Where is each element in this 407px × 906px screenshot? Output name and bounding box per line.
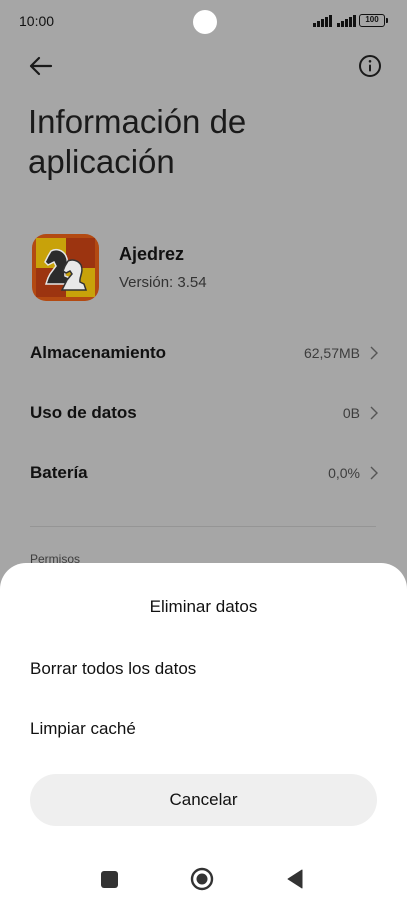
clear-cache-option[interactable]: Limpiar caché [30, 714, 370, 744]
page-title: Información de aplicación [28, 103, 247, 180]
signal-icon [337, 15, 357, 27]
info-circle-icon[interactable] [358, 54, 382, 78]
row-value: 0,0% [328, 465, 360, 481]
home-icon[interactable] [190, 867, 214, 891]
chess-knight-icon [32, 234, 99, 301]
camera-cutout [193, 10, 217, 34]
clear-all-data-option[interactable]: Borrar todos los datos [30, 654, 370, 684]
chevron-right-icon [370, 466, 378, 480]
recent-apps-icon[interactable] [101, 871, 118, 888]
cancel-button[interactable]: Cancelar [30, 774, 377, 826]
signal-icon [313, 15, 333, 27]
bottom-sheet: Eliminar datos Borrar todos los datos Li… [0, 563, 407, 906]
row-value: 0B [342, 405, 360, 421]
row-label: Batería [30, 463, 88, 482]
row-label: Almacenamiento [30, 343, 167, 362]
app-version: Versión: 3.54 [119, 274, 207, 291]
back-triangle-icon[interactable] [286, 869, 304, 889]
row-label: Uso de datos [30, 403, 137, 422]
app-header: Ajedrez Versión: 3.54 [32, 234, 372, 302]
row-battery[interactable]: Batería 0,0% [30, 458, 378, 488]
navigation-bar [0, 861, 407, 901]
sheet-title: Eliminar datos [149, 597, 258, 616]
row-storage[interactable]: Almacenamiento 62,57MB [30, 338, 378, 368]
battery-icon: 100 [359, 14, 388, 27]
chevron-right-icon [370, 406, 378, 420]
app-name: Ajedrez [119, 244, 185, 264]
row-value: 62,57MB [303, 345, 360, 361]
status-bar: 10:00 100 [0, 0, 407, 44]
screen: 10:00 100 Información de aplicación Ajed… [0, 0, 407, 906]
divider [30, 526, 376, 527]
row-data-usage[interactable]: Uso de datos 0B [30, 398, 378, 428]
chevron-right-icon [370, 346, 378, 360]
toolbar [0, 52, 407, 82]
status-time: 10:00 [19, 13, 55, 29]
back-arrow-icon[interactable] [27, 53, 55, 79]
